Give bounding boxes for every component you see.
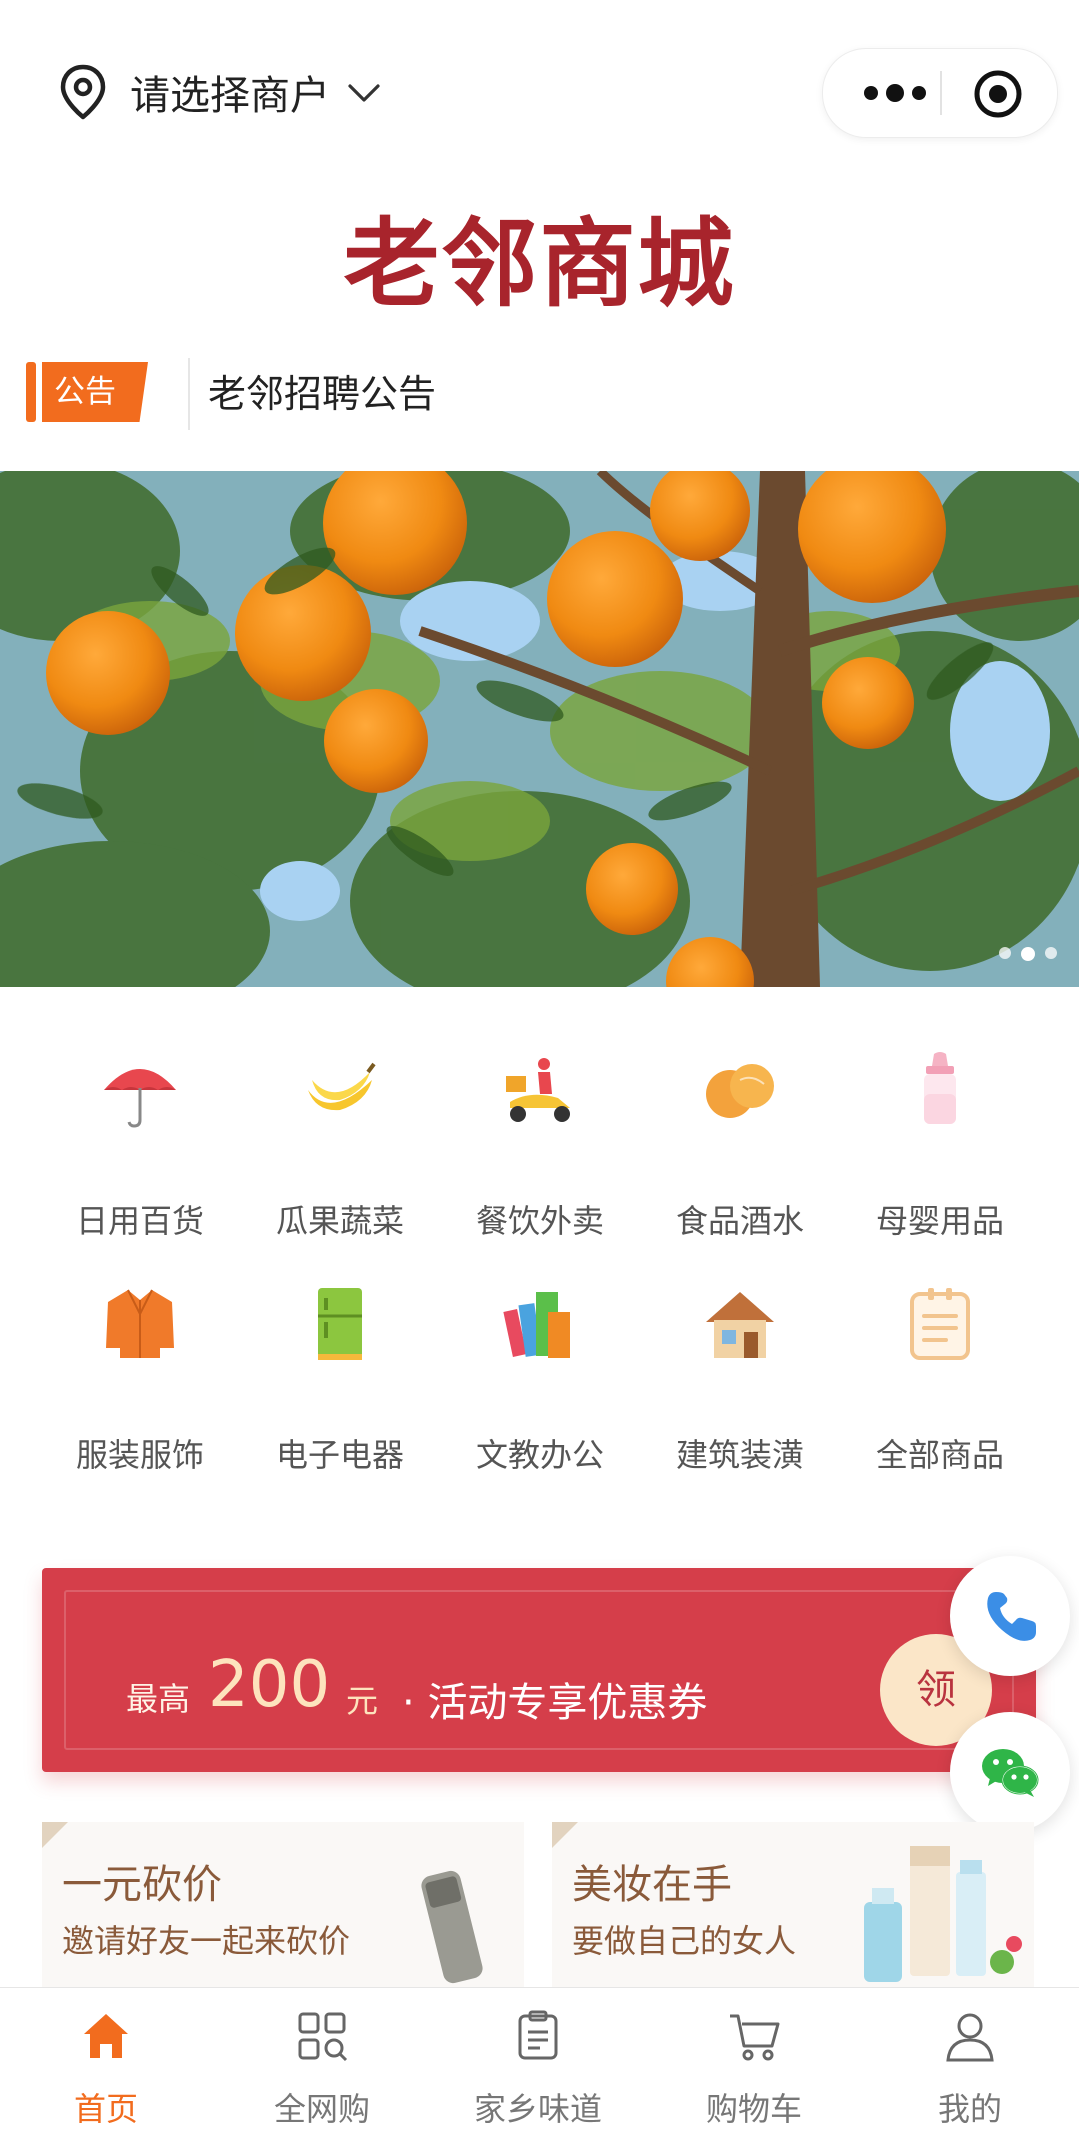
tab-mine[interactable]: 我的 [870,1988,1070,2156]
promo-subtitle: 邀请好友一起来砍价 [62,1922,351,1960]
bottom-tab-bar: 首页 全网购 家乡味道 购物车 我的 [0,1987,1079,2156]
carousel-indicators [999,947,1057,961]
merchant-selector[interactable]: 请选择商户 [58,62,384,122]
books-icon [503,1292,570,1358]
category-daily-goods[interactable]: 日用百货 [40,1050,240,1270]
capsule-divider [940,71,942,115]
notice-accent-bar [26,362,36,422]
location-pin-icon [60,64,106,120]
category-label: 文教办公 [475,1436,604,1474]
category-food-drinks[interactable]: 食品酒水 [640,1050,840,1270]
category-label: 瓜果蔬菜 [275,1202,404,1240]
category-label: 电子电器 [275,1436,404,1474]
user-icon [946,2013,994,2062]
delivery-scooter-icon [506,1058,570,1122]
notice-divider [188,358,190,430]
cosmetics-image [864,1846,1022,1982]
top-bar: 请选择商户 [0,0,1079,180]
cart-icon [730,2014,780,2061]
promo-card-bargain[interactable]: 一元砍价 邀请好友一起来砍价 [42,1822,524,1992]
notice-text[interactable]: 老邻招聘公告 [208,364,436,424]
coupon-inner-frame: 最高 200 元 · 活动专享优惠券 领 [64,1590,1014,1750]
coupon-separator: · [402,1680,415,1726]
category-stationery[interactable]: 文教办公 [440,1284,640,1504]
banner-carousel[interactable] [0,471,1079,987]
banana-icon [308,1062,376,1111]
category-label: 全部商品 [875,1436,1004,1474]
tab-label: 我的 [937,2090,1002,2128]
carousel-dot-active[interactable] [1021,947,1035,961]
carousel-dot[interactable] [1045,947,1057,959]
more-options-icon[interactable] [855,73,935,113]
notice-tag: 公告 [42,362,148,422]
category-label: 母婴用品 [875,1202,1004,1240]
category-food-delivery[interactable]: 餐饮外卖 [440,1050,640,1270]
apps-grid-icon [298,2012,348,2062]
chevron-down-icon [348,84,380,102]
carousel-dot[interactable] [999,947,1011,959]
store-logo: 老邻商城 [343,208,736,320]
promo-corner-mark [552,1822,578,1848]
category-label: 日用百货 [75,1202,204,1240]
coupon-prefix: 最高 [126,1680,191,1718]
call-button[interactable] [950,1556,1070,1676]
promo-card-beauty[interactable]: 美妆在手 要做自己的女人 [552,1822,1034,1992]
refrigerator-icon [318,1288,362,1360]
orange-tree-photo [0,471,1079,987]
coupon-amount: 200 [208,1648,331,1722]
home-icon [84,2014,128,2058]
jacket-icon [106,1289,174,1358]
promo-corner-mark [42,1822,68,1848]
clipboard-icon [910,1288,970,1360]
tab-home[interactable]: 首页 [6,1988,206,2156]
tab-cart[interactable]: 购物车 [654,1988,854,2156]
tab-label: 购物车 [705,2090,802,2128]
category-label: 食品酒水 [675,1202,804,1240]
promo-title: 一元砍价 [62,1862,222,1908]
coupon-banner[interactable]: 最高 200 元 · 活动专享优惠券 领 [42,1568,1036,1772]
product-bottle-image [421,1870,483,1984]
wechat-icon [982,1749,1039,1797]
promo-title: 美妆在手 [572,1862,732,1908]
house-icon [706,1292,774,1358]
coupon-desc-text: 活动专享优惠券 [427,1680,708,1726]
category-clothing[interactable]: 服装服饰 [40,1284,240,1504]
clipboard-list-icon [518,2010,558,2060]
category-label: 餐饮外卖 [475,1202,604,1240]
coupon-description: · 活动专享优惠券 [402,1670,707,1728]
category-label: 服装服饰 [75,1436,204,1474]
oranges-icon [706,1064,774,1118]
miniprogram-capsule [822,48,1058,138]
tab-all-shopping[interactable]: 全网购 [222,1988,422,2156]
phone-icon [987,1592,1036,1641]
category-label: 建筑装潢 [675,1436,804,1474]
promo-subtitle: 要做自己的女人 [572,1922,797,1960]
tab-label: 全网购 [273,2090,370,2128]
tab-label: 家乡味道 [473,2090,602,2128]
category-construction[interactable]: 建筑装潢 [640,1284,840,1504]
tab-hometown-taste[interactable]: 家乡味道 [438,1988,638,2156]
close-miniprogram-icon[interactable] [973,69,1023,119]
category-electronics[interactable]: 电子电器 [240,1284,440,1504]
notice-bar[interactable]: 公告 老邻招聘公告 [0,358,1079,434]
wechat-button[interactable] [950,1712,1070,1832]
merchant-select-label: 请选择商户 [130,73,330,119]
baby-bottle-icon [924,1052,956,1124]
coupon-unit: 元 [346,1682,379,1720]
category-fruits-vegetables[interactable]: 瓜果蔬菜 [240,1050,440,1270]
tab-label: 首页 [73,2090,138,2128]
category-mother-baby[interactable]: 母婴用品 [840,1050,1040,1270]
umbrella-icon [104,1069,176,1128]
category-all-products[interactable]: 全部商品 [840,1284,1040,1504]
